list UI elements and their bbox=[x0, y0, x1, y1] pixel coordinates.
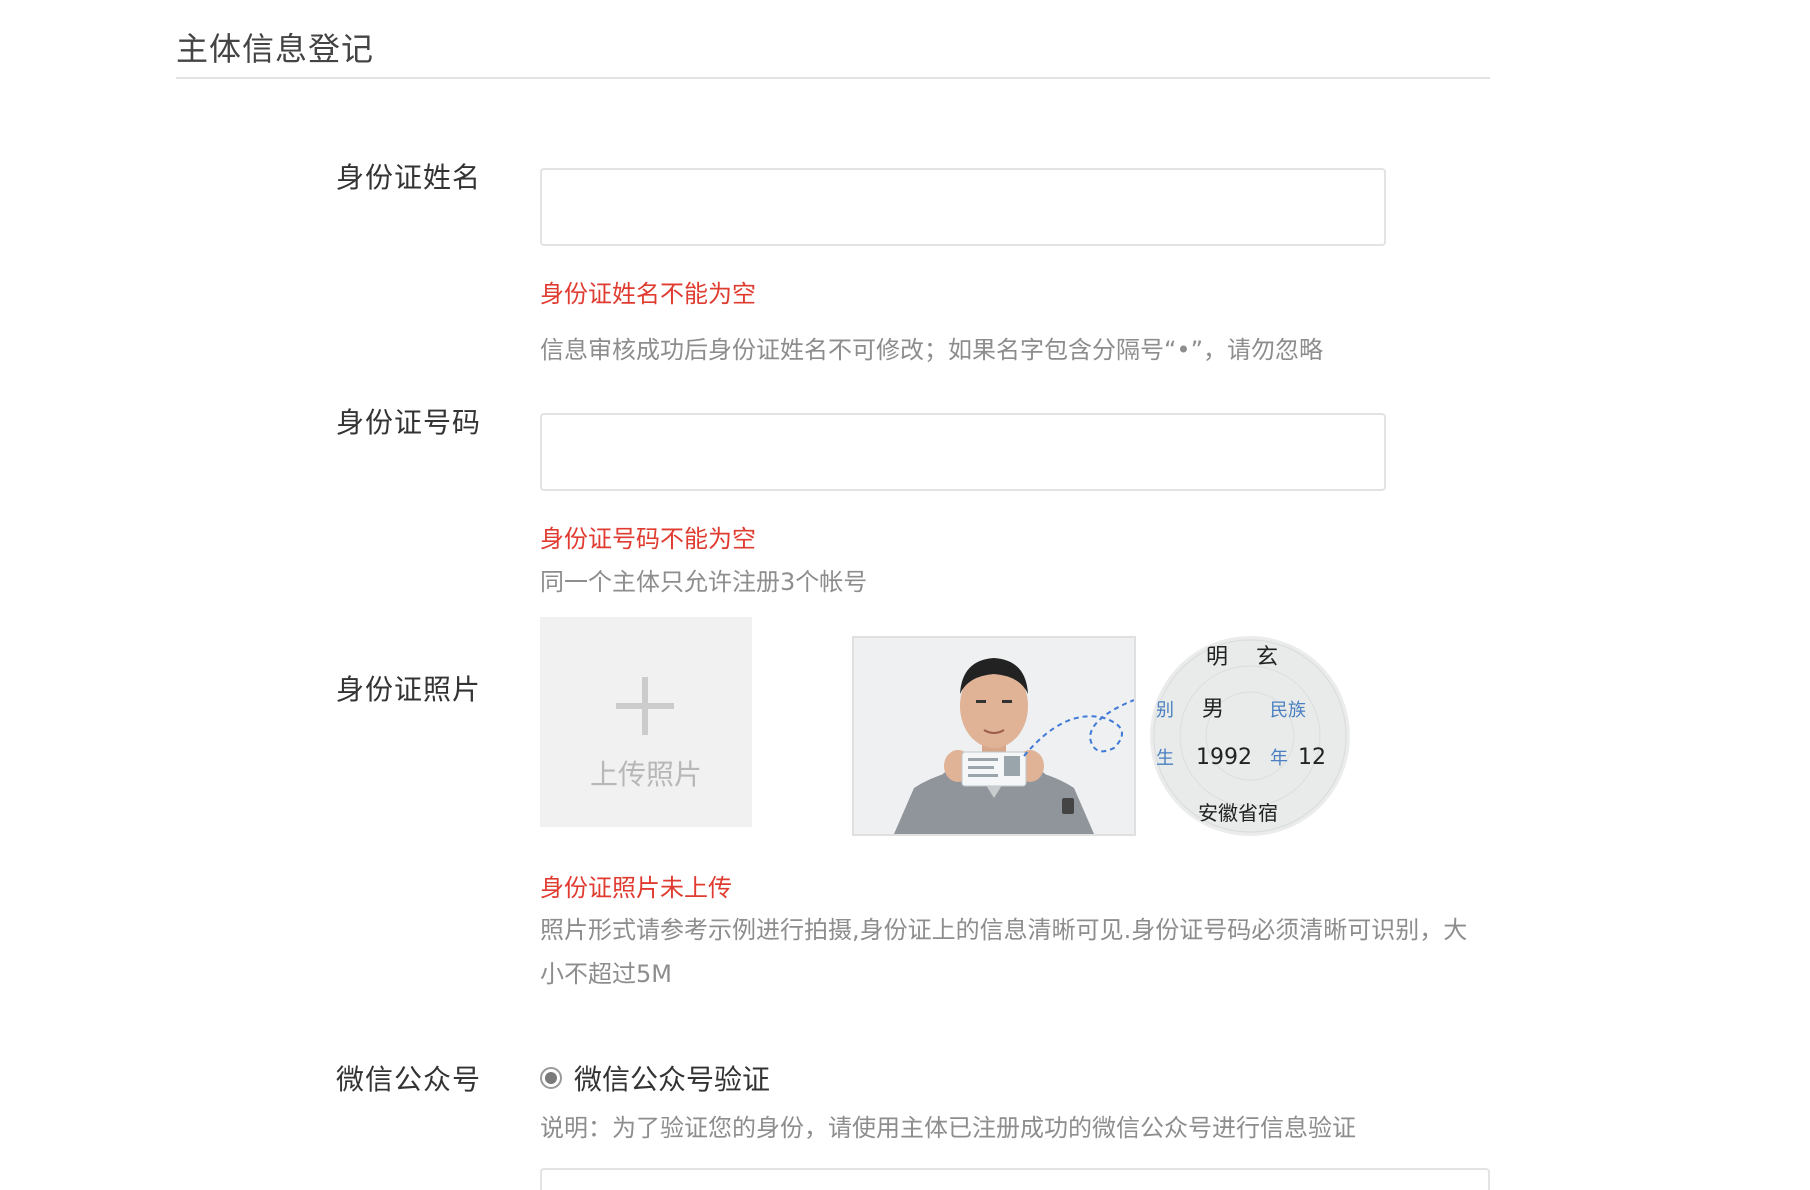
id-photo-error: 身份证照片未上传 bbox=[540, 874, 732, 902]
radio-dot-icon bbox=[545, 1072, 557, 1084]
zoom-text-row2-label-b: 民族 bbox=[1270, 700, 1306, 721]
zoom-text-row1-a: 明 bbox=[1206, 645, 1228, 670]
id-number-label: 身份证号码 bbox=[336, 406, 482, 439]
registration-page: 主体信息登记 身份证姓名 身份证姓名不能为空 信息审核成功后身份证姓名不可修改；… bbox=[0, 0, 1810, 1190]
id-card-zoom-illustration: 明 玄 别 男 民族 生 1992 年 12 安徽省宿 bbox=[1152, 638, 1348, 834]
plus-icon bbox=[616, 677, 674, 735]
upload-photo-button[interactable]: 上传照片 bbox=[540, 617, 752, 827]
section-title: 主体信息登记 bbox=[176, 30, 375, 68]
id-photo-label: 身份证照片 bbox=[336, 673, 482, 706]
id-number-hint: 同一个主体只允许注册3个帐号 bbox=[540, 568, 868, 596]
radio-selected-icon bbox=[540, 1067, 562, 1089]
zoom-text-row3-label-a: 生 bbox=[1156, 748, 1174, 769]
id-number-error: 身份证号码不能为空 bbox=[540, 525, 756, 553]
zoom-text-row1-b: 玄 bbox=[1256, 645, 1278, 670]
id-name-input[interactable] bbox=[540, 168, 1386, 246]
wechat-verify-label: 微信公众号验证 bbox=[574, 1063, 771, 1096]
person-holding-id-illustration bbox=[854, 638, 1134, 834]
id-photo-hint-line2: 小不超过5M bbox=[540, 960, 672, 988]
wechat-verify-panel[interactable] bbox=[540, 1168, 1490, 1190]
wechat-verify-radio[interactable]: 微信公众号验证 bbox=[540, 1058, 770, 1098]
zoom-text-row2-value: 男 bbox=[1202, 697, 1224, 722]
section-divider bbox=[176, 77, 1490, 79]
zoom-text-row3-month: 12 bbox=[1298, 745, 1326, 770]
id-photo-hint-line1: 照片形式请参考示例进行拍摄,身份证上的信息清晰可见.身份证号码必须清晰可识别，大 bbox=[540, 916, 1468, 944]
id-name-error: 身份证姓名不能为空 bbox=[540, 280, 756, 308]
zoom-text-row4: 安徽省宿 bbox=[1198, 801, 1278, 825]
zoom-text-row3-year: 1992 bbox=[1196, 745, 1252, 770]
wechat-label: 微信公众号 bbox=[336, 1063, 482, 1096]
example-zoom-detail: 明 玄 别 男 民族 生 1992 年 12 安徽省宿 bbox=[1150, 636, 1350, 836]
zoom-text-row3-label-b: 年 bbox=[1270, 748, 1288, 769]
id-number-input[interactable] bbox=[540, 413, 1386, 491]
example-photo bbox=[852, 636, 1136, 836]
id-name-hint: 信息审核成功后身份证姓名不可修改；如果名字包含分隔号“•”，请勿忽略 bbox=[540, 336, 1324, 364]
wechat-hint: 说明：为了验证您的身份，请使用主体已注册成功的微信公众号进行信息验证 bbox=[540, 1114, 1356, 1142]
upload-photo-label: 上传照片 bbox=[589, 758, 702, 791]
id-name-label: 身份证姓名 bbox=[336, 161, 482, 194]
zoom-text-row2-label-a: 别 bbox=[1156, 700, 1174, 721]
